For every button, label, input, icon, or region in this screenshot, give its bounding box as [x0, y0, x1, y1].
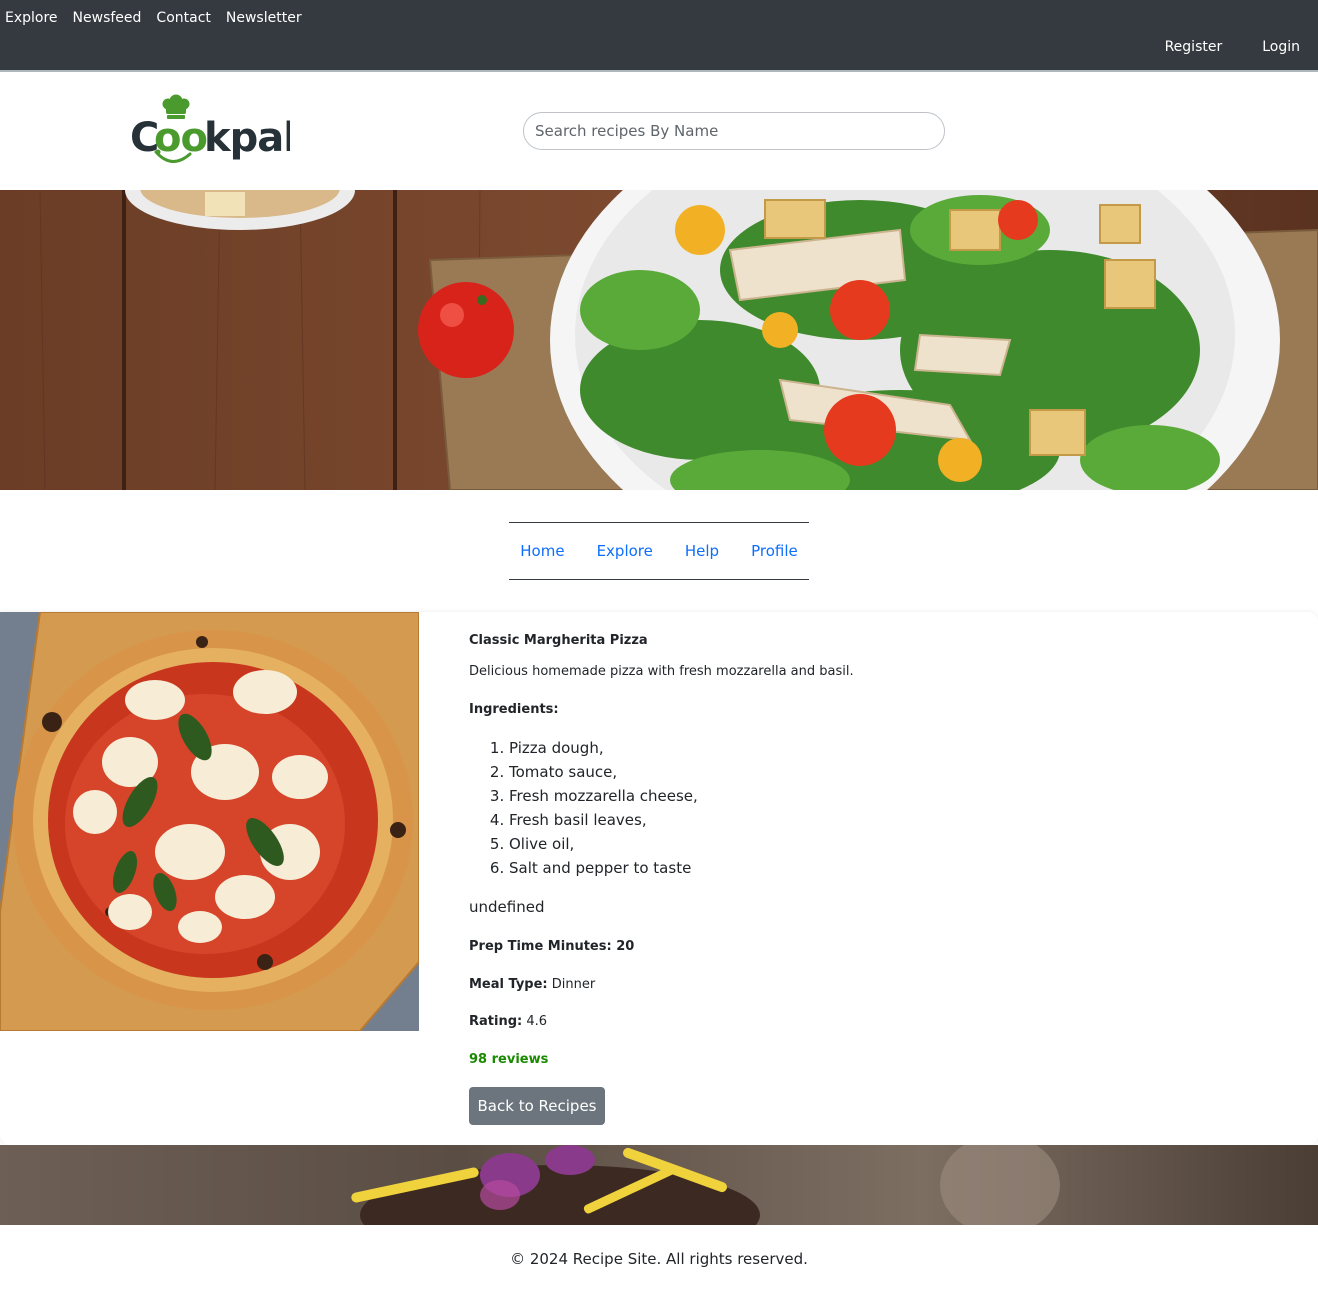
- top-nav-left: Explore Newsfeed Contact Newsletter: [5, 9, 302, 27]
- ingredients-heading: Ingredients:: [469, 702, 559, 717]
- back-to-recipes-button[interactable]: Back to Recipes: [469, 1087, 605, 1125]
- subnav-home[interactable]: Home: [520, 542, 564, 560]
- site-header: C oo kpal: [0, 72, 1318, 190]
- meal-type-label: Meal Type:: [469, 977, 548, 992]
- top-nav-newsfeed[interactable]: Newsfeed: [73, 9, 142, 27]
- ingredients-list: Pizza dough, Tomato sauce, Fresh mozzare…: [493, 736, 698, 880]
- footer-banner-image: [0, 1145, 1318, 1225]
- subnav-explore[interactable]: Explore: [597, 542, 653, 560]
- meal-type-value: Dinner: [551, 977, 596, 992]
- login-link[interactable]: Login: [1262, 38, 1300, 56]
- top-nav-right: Register Login: [1165, 38, 1300, 56]
- meal-type: Meal Type: Dinner: [469, 977, 595, 992]
- salad-hero-image: [0, 190, 1318, 490]
- secondary-nav: Home Explore Help Profile: [509, 522, 809, 580]
- top-navbar: Explore Newsfeed Contact Newsletter Regi…: [0, 0, 1318, 72]
- food-banner-image: [0, 1145, 1318, 1225]
- ingredient-item: Olive oil,: [509, 832, 698, 856]
- recipe-description: Delicious homemade pizza with fresh mozz…: [469, 664, 854, 679]
- svg-text:oo: oo: [154, 115, 207, 161]
- ingredient-item: Pizza dough,: [509, 736, 698, 760]
- prep-time: Prep Time Minutes: 20: [469, 939, 635, 954]
- ingredient-item: Tomato sauce,: [509, 760, 698, 784]
- rating-label: Rating:: [469, 1014, 523, 1029]
- site-footer: © 2024 Recipe Site. All rights reserved.: [510, 1250, 808, 1268]
- recipe-title: Classic Margherita Pizza: [469, 633, 648, 648]
- cookpal-logo[interactable]: C oo kpal: [130, 94, 290, 170]
- top-nav-newsletter[interactable]: Newsletter: [226, 9, 302, 27]
- top-nav-contact[interactable]: Contact: [156, 9, 210, 27]
- ingredient-item: Fresh mozzarella cheese,: [509, 784, 698, 808]
- recipe-instructions: undefined: [469, 898, 545, 916]
- register-link[interactable]: Register: [1165, 38, 1223, 56]
- recipe-card: Classic Margherita Pizza Delicious homem…: [0, 612, 1318, 1145]
- subnav-profile[interactable]: Profile: [751, 542, 798, 560]
- top-nav-explore[interactable]: Explore: [5, 9, 58, 27]
- ingredient-item: Fresh basil leaves,: [509, 808, 698, 832]
- rating: Rating: 4.6: [469, 1014, 547, 1029]
- pizza-image: [0, 612, 419, 1031]
- subnav-help[interactable]: Help: [685, 542, 719, 560]
- ingredient-item: Salt and pepper to taste: [509, 856, 698, 880]
- svg-text:kpal: kpal: [204, 115, 290, 161]
- rating-value: 4.6: [526, 1014, 548, 1029]
- hero-banner: [0, 190, 1318, 490]
- review-count: 98 reviews: [469, 1052, 549, 1067]
- search-input[interactable]: [523, 112, 945, 150]
